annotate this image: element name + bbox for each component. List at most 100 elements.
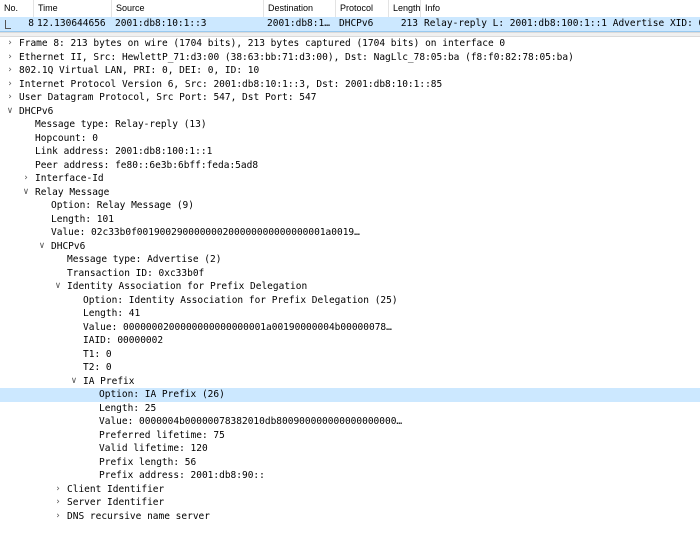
packet-protocol: DHCPv6 [339, 18, 374, 29]
tree-row-label: User Datagram Protocol, Src Port: 547, D… [19, 92, 317, 103]
tree-row[interactable]: Peer address: fe80::6e3b:6bff:feda:5ad8 [0, 159, 700, 173]
collapsed-arrow-icon[interactable]: › [4, 91, 16, 105]
tree-row-label: Valid lifetime: 120 [99, 443, 208, 454]
column-header-time[interactable]: Time [34, 0, 112, 17]
tree-row[interactable]: IAID: 00000002 [0, 334, 700, 348]
tree-row[interactable]: ∨ Relay Message [0, 186, 700, 200]
tree-row-label: Ethernet II, Src: HewlettP_71:d3:00 (38:… [19, 51, 574, 63]
tree-row-label: Hopcount: 0 [35, 132, 98, 144]
collapsed-arrow-icon[interactable]: › [4, 64, 16, 78]
expanded-arrow-icon[interactable]: ∨ [36, 240, 48, 254]
packet-details-tree: › Frame 8: 213 bytes on wire (1704 bits),… [0, 37, 700, 523]
tree-row[interactable]: Option: IA Prefix (26) [0, 388, 700, 402]
packet-destination: 2001:db8:1… [267, 18, 330, 29]
tree-row[interactable]: Option: Identity Association for Prefix … [0, 294, 700, 308]
tree-row[interactable]: › DNS recursive name server [0, 510, 700, 524]
tree-row-label: Message type: Advertise (2) [67, 254, 222, 265]
tree-row[interactable]: Value: 0000000200000000000000001a0019000… [0, 321, 700, 335]
tree-row[interactable]: › User Datagram Protocol, Src Port: 547, … [0, 91, 700, 105]
tree-row-label: Internet Protocol Version 6, Src: 2001:d… [19, 78, 443, 90]
tree-row[interactable]: Value: 0000004b00000078382010db800900000… [0, 415, 700, 429]
tree-row[interactable]: Preferred lifetime: 75 [0, 429, 700, 443]
tree-row[interactable]: Prefix length: 56 [0, 456, 700, 470]
tree-row-label: Length: 101 [51, 213, 114, 225]
tree-row-label: Prefix address: 2001:db8:90:: [99, 470, 265, 481]
expanded-arrow-icon[interactable]: ∨ [52, 280, 64, 294]
tree-row-label: Interface-Id [35, 173, 104, 184]
collapsed-arrow-icon[interactable]: › [4, 37, 16, 51]
expanded-arrow-icon[interactable]: ∨ [68, 375, 80, 389]
tree-row[interactable]: ∨ DHCPv6 [0, 105, 700, 119]
tree-row[interactable]: Hopcount: 0 [0, 132, 700, 146]
tree-row[interactable]: › Frame 8: 213 bytes on wire (1704 bits),… [0, 37, 700, 51]
collapsed-arrow-icon[interactable]: › [52, 496, 64, 510]
column-header-source[interactable]: Source [112, 0, 264, 17]
tree-row[interactable]: Length: 41 [0, 307, 700, 321]
tree-row-label: IA Prefix [83, 375, 135, 387]
expanded-arrow-icon[interactable]: ∨ [20, 186, 32, 200]
tree-row-label: Option: Identity Association for Prefix … [83, 294, 398, 306]
tree-row[interactable]: › Interface-Id [0, 172, 700, 186]
column-header-no[interactable]: No. [0, 0, 34, 17]
tree-row-label: IAID: 00000002 [83, 335, 164, 346]
tree-row[interactable]: › Server Identifier [0, 496, 700, 510]
column-header-destination[interactable]: Destination [264, 0, 336, 17]
tree-row[interactable]: Message type: Advertise (2) [0, 253, 700, 267]
tree-row-label: T1: 0 [83, 348, 112, 360]
tree-row[interactable]: Link address: 2001:db8:100:1::1 [0, 145, 700, 159]
collapsed-arrow-icon[interactable]: › [52, 483, 64, 497]
tree-row[interactable]: ∨ IA Prefix [0, 375, 700, 389]
tree-row-label: Transaction ID: 0xc33b0f [67, 267, 205, 279]
tree-row[interactable]: T2: 0 [0, 361, 700, 375]
tree-row[interactable]: Length: 25 [0, 402, 700, 416]
tree-row[interactable]: Option: Relay Message (9) [0, 199, 700, 213]
column-header-length[interactable]: Length [389, 0, 421, 17]
tree-row-label: Peer address: fe80::6e3b:6bff:feda:5ad8 [35, 159, 259, 171]
tree-row-label: Link address: 2001:db8:100:1::1 [35, 146, 213, 157]
tree-row[interactable]: ∨ DHCPv6 [0, 240, 700, 254]
tree-row[interactable]: › Ethernet II, Src: HewlettP_71:d3:00 (38… [0, 51, 700, 65]
tree-row-label: Relay Message [35, 186, 110, 198]
tree-row-label: DHCPv6 [19, 105, 54, 117]
column-header-protocol[interactable]: Protocol [336, 0, 389, 17]
tree-row-label: DHCPv6 [51, 240, 86, 252]
packet-list-row[interactable]: 8 12.130644656 2001:db8:10:1::3 2001:db8… [0, 17, 700, 32]
tree-row-label: Frame 8: 213 bytes on wire (1704 bits), … [19, 38, 506, 49]
tree-row[interactable]: Value: 02c33b0f0019002900000002000000000… [0, 226, 700, 240]
tree-row[interactable]: › Internet Protocol Version 6, Src: 2001:… [0, 78, 700, 92]
collapsed-arrow-icon[interactable]: › [20, 172, 32, 186]
tree-row[interactable]: › 802.1Q Virtual LAN, PRI: 0, DEI: 0, ID:… [0, 64, 700, 78]
collapsed-arrow-icon[interactable]: › [4, 78, 16, 92]
tree-row-label: Message type: Relay-reply (13) [35, 119, 207, 130]
packet-no: 8 [28, 18, 34, 29]
column-header-info[interactable]: Info [421, 0, 700, 17]
packet-time: 12.130644656 [37, 18, 106, 29]
tree-row-label: T2: 0 [83, 362, 112, 373]
tree-row-label: Client Identifier [67, 483, 165, 495]
collapsed-arrow-icon[interactable]: › [4, 51, 16, 65]
packet-list-header: No. Time Source Destination Protocol Len… [0, 0, 700, 18]
tree-row[interactable]: Valid lifetime: 120 [0, 442, 700, 456]
tree-row-label: Length: 41 [83, 308, 141, 319]
tree-row[interactable]: Length: 101 [0, 213, 700, 227]
tree-row-label: 802.1Q Virtual LAN, PRI: 0, DEI: 0, ID: … [19, 65, 260, 76]
tree-row-label: Prefix length: 56 [99, 456, 197, 468]
tree-row-label: Length: 25 [99, 402, 157, 414]
tree-row[interactable]: Transaction ID: 0xc33b0f [0, 267, 700, 281]
tree-row-label: Server Identifier [67, 497, 165, 508]
tree-row[interactable]: T1: 0 [0, 348, 700, 362]
tree-row[interactable]: › Client Identifier [0, 483, 700, 497]
collapsed-arrow-icon[interactable]: › [52, 510, 64, 524]
tree-row[interactable]: ∨ Identity Association for Prefix Delegat… [0, 280, 700, 294]
tree-row-label: Preferred lifetime: 75 [99, 429, 225, 441]
packet-source: 2001:db8:10:1::3 [115, 18, 207, 29]
related-packet-indicator-icon [5, 20, 11, 29]
packet-length: 213 [400, 18, 418, 29]
packet-info: Relay-reply L: 2001:db8:100:1::1 Adverti… [424, 18, 700, 29]
tree-row-label: Option: IA Prefix (26) [99, 389, 225, 400]
expanded-arrow-icon[interactable]: ∨ [4, 105, 16, 119]
tree-row[interactable]: Prefix address: 2001:db8:90:: [0, 469, 700, 483]
tree-row-label: Identity Association for Prefix Delegati… [67, 281, 308, 292]
tree-row-label: Value: 0000004b00000078382010db800900000… [99, 416, 403, 427]
tree-row[interactable]: Message type: Relay-reply (13) [0, 118, 700, 132]
